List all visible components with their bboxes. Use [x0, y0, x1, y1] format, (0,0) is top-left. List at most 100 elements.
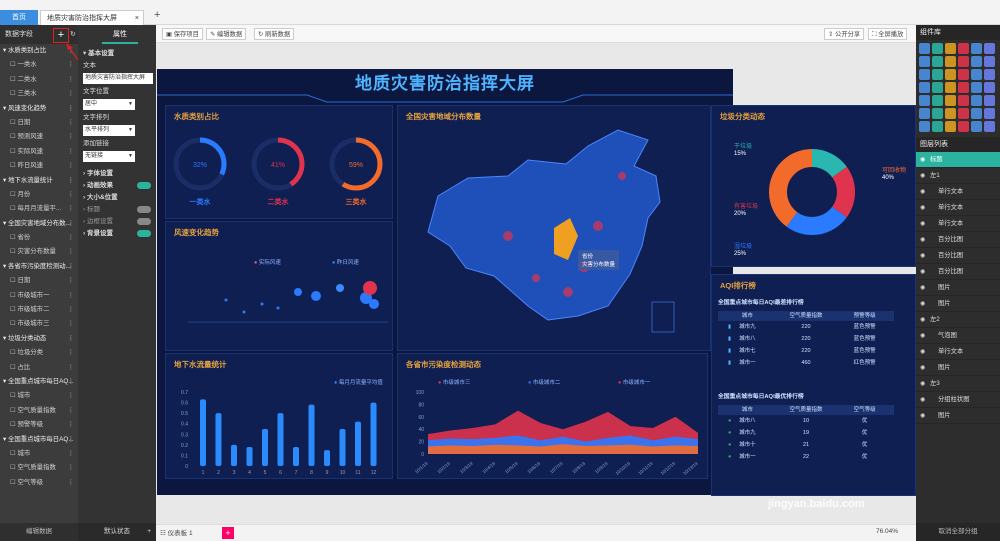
widget-icon[interactable]: [945, 108, 956, 119]
eye-icon[interactable]: ◉: [920, 200, 925, 216]
dashboard-tab[interactable]: ☷ 仪表板 1: [160, 528, 193, 539]
close-icon[interactable]: ×: [135, 11, 139, 26]
widget-icon[interactable]: [919, 56, 930, 67]
widget-icon[interactable]: [932, 121, 943, 132]
more-icon[interactable]: ⋮: [68, 260, 74, 274]
field-item[interactable]: ☐ 预警等级 ⋮: [0, 418, 78, 432]
disaster-map-panel[interactable]: 全国灾害地域分布数量 省份 灾害分布数量: [397, 105, 711, 351]
more-icon[interactable]: ⋮: [68, 447, 74, 461]
font-settings[interactable]: › 字体设置: [78, 168, 156, 180]
table-row[interactable]: ▮ 城市一 460 红色预警: [718, 357, 894, 369]
widget-icon[interactable]: [971, 82, 982, 93]
table-row[interactable]: ● 城市十 21 优: [718, 439, 894, 451]
mark-settings[interactable]: › 标题: [78, 204, 156, 216]
wind-trend-panel[interactable]: 风速变化趋势 ● 实际风速 ● 昨日风速: [165, 221, 393, 351]
mark-toggle[interactable]: [137, 206, 151, 213]
layer-item[interactable]: ◉ 百分比图: [916, 264, 1000, 280]
widget-icon[interactable]: [971, 95, 982, 106]
more-icon[interactable]: ⋮: [68, 389, 74, 403]
widget-icon[interactable]: [958, 69, 969, 80]
eye-icon[interactable]: ◉: [920, 328, 925, 344]
layer-group[interactable]: ◉ 左3: [916, 376, 1000, 392]
field-item[interactable]: ☐ 灾害分布数量 ⋮: [0, 245, 78, 259]
eye-icon[interactable]: ◉: [920, 344, 925, 360]
widget-icon[interactable]: [958, 95, 969, 106]
widget-icon[interactable]: [958, 56, 969, 67]
refresh-data-button[interactable]: ↻ 刷新数据: [254, 28, 295, 40]
field-group[interactable]: ▾ 垃圾分类动态 ⋮: [0, 332, 78, 346]
layer-item[interactable]: ◉ 单行文本: [916, 344, 1000, 360]
field-item[interactable]: ☐ 昨日风速 ⋮: [0, 159, 78, 173]
table-row[interactable]: ● 城市一 22 优: [718, 451, 894, 463]
eye-icon[interactable]: ◉: [920, 152, 925, 168]
widget-icon[interactable]: [958, 121, 969, 132]
widget-icon[interactable]: [984, 121, 995, 132]
widget-icon[interactable]: [932, 82, 943, 93]
widget-icon[interactable]: [919, 43, 930, 54]
more-icon[interactable]: ⋮: [68, 418, 74, 432]
layer-item[interactable]: ◉ 气泡图: [916, 328, 1000, 344]
more-icon[interactable]: ⋮: [68, 404, 74, 418]
props-tab[interactable]: 属性: [102, 25, 138, 44]
groundwater-panel[interactable]: 地下水流量统计 ● 每月月流量平均值 0 0.1 0.2 0.3 0.4 0.5 0.6 0.…: [165, 353, 393, 479]
table-row[interactable]: ▮ 城市八 220 蓝色预警: [718, 333, 894, 345]
default-state[interactable]: 默认状态 +: [78, 523, 156, 541]
field-group[interactable]: ▾ 地下水流量统计 ⋮: [0, 174, 78, 188]
more-icon[interactable]: ⋮: [68, 317, 74, 331]
layer-group[interactable]: ◉ 左2: [916, 312, 1000, 328]
widget-icon[interactable]: [919, 82, 930, 93]
layer-item[interactable]: ◉ 百分比图: [916, 232, 1000, 248]
field-group[interactable]: ▾ 全国重点城市每日AQ... ⋮: [0, 375, 78, 389]
field-item[interactable]: ☐ 实际风速 ⋮: [0, 145, 78, 159]
field-item[interactable]: ☐ 城市 ⋮: [0, 389, 78, 403]
table-row[interactable]: ▮ 城市七 220 蓝色预警: [718, 345, 894, 357]
more-icon[interactable]: ⋮: [68, 476, 74, 490]
add-state-button[interactable]: +: [147, 523, 151, 541]
widget-icon[interactable]: [958, 108, 969, 119]
widget-icon[interactable]: [932, 95, 943, 106]
widget-icon[interactable]: [919, 69, 930, 80]
layer-group[interactable]: ◉ 左1: [916, 168, 1000, 184]
widget-icon[interactable]: [932, 56, 943, 67]
field-item[interactable]: ☐ 占比 ⋮: [0, 361, 78, 375]
widget-icon[interactable]: [984, 82, 995, 93]
save-project-button[interactable]: ▣ 保存项目: [162, 28, 203, 40]
basic-settings[interactable]: ▾ 基本设置: [78, 48, 156, 60]
eye-icon[interactable]: ◉: [920, 296, 925, 312]
eye-icon[interactable]: ◉: [920, 184, 925, 200]
widget-icon[interactable]: [984, 69, 995, 80]
widget-icon[interactable]: [971, 56, 982, 67]
field-item[interactable]: ☐ 预测风速 ⋮: [0, 130, 78, 144]
widget-icon[interactable]: [945, 95, 956, 106]
eye-icon[interactable]: ◉: [920, 312, 925, 328]
align-select[interactable]: 居中 ▼: [83, 99, 135, 110]
field-group[interactable]: ▾ 全国重点城市每日AQ... ⋮: [0, 433, 78, 447]
direction-select[interactable]: 水平排列 ▼: [83, 125, 135, 136]
water-quality-panel[interactable]: 水质类别占比 32% 一类水 41% 二类水 59% 三类水: [165, 105, 393, 219]
more-icon[interactable]: ⋮: [68, 217, 74, 231]
widget-icon[interactable]: [984, 95, 995, 106]
field-item[interactable]: ☐ 每月月流量平... ⋮: [0, 202, 78, 216]
field-item[interactable]: ☐ 日期 ⋮: [0, 274, 78, 288]
ungroup-all-button[interactable]: 取消全部分组: [916, 523, 1000, 541]
field-item[interactable]: ☐ 市级城市一 ⋮: [0, 289, 78, 303]
more-icon[interactable]: ⋮: [68, 188, 74, 202]
eye-icon[interactable]: ◉: [920, 168, 925, 184]
field-item[interactable]: ☐ 月份 ⋮: [0, 188, 78, 202]
link-select[interactable]: 无链接 ▼: [83, 151, 135, 162]
widget-icon[interactable]: [932, 108, 943, 119]
widget-icon[interactable]: [971, 108, 982, 119]
table-row[interactable]: ● 城市九 19 优: [718, 427, 894, 439]
eye-icon[interactable]: ◉: [920, 264, 925, 280]
add-dashboard-button[interactable]: +: [222, 527, 234, 539]
public-share-button[interactable]: ⇪ 公开分享: [824, 28, 865, 40]
widget-icon[interactable]: [971, 69, 982, 80]
border-settings[interactable]: › 边框设置: [78, 216, 156, 228]
layer-item[interactable]: ◉ 单行文本: [916, 216, 1000, 232]
field-item[interactable]: ☐ 垃圾分类 ⋮: [0, 346, 78, 360]
more-icon[interactable]: ⋮: [68, 274, 74, 288]
more-icon[interactable]: ⋮: [68, 303, 74, 317]
animation-settings[interactable]: › 动画效果: [78, 180, 156, 192]
more-icon[interactable]: ⋮: [68, 332, 74, 346]
field-group[interactable]: ▾ 全国灾害地域分布数... ⋮: [0, 217, 78, 231]
